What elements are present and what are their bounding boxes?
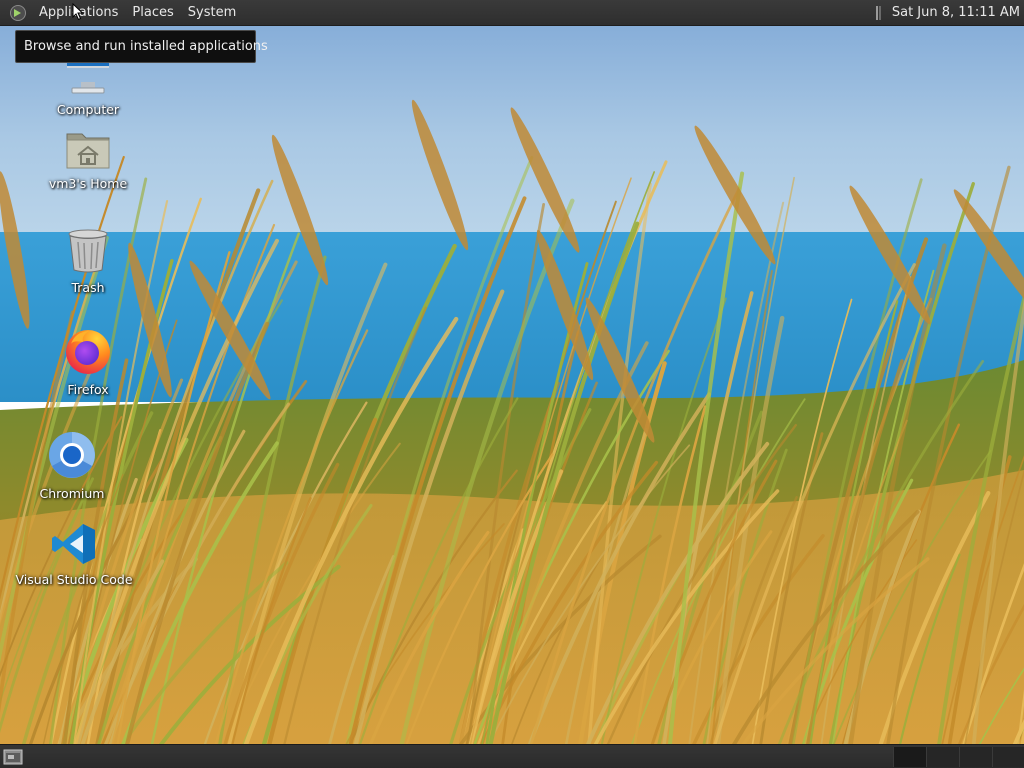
show-desktop-button[interactable] — [3, 748, 23, 766]
menu-places[interactable]: Places — [125, 0, 180, 25]
workspace-2[interactable] — [926, 747, 959, 767]
workspace-1[interactable] — [893, 747, 926, 767]
desktop-icon-chromium[interactable]: Chromium — [12, 430, 132, 501]
mouse-cursor-icon — [72, 3, 84, 21]
chromium-icon — [12, 430, 132, 484]
desktop-icon-firefox[interactable]: Firefox — [28, 326, 148, 397]
clock[interactable]: Sat Jun 8, 11:11 AM — [892, 5, 1024, 20]
applications-logo-icon[interactable] — [8, 3, 28, 23]
desktop-icon-vscode[interactable]: Visual Studio Code — [14, 522, 134, 587]
menu-system[interactable]: System — [181, 0, 243, 25]
desktop-icon-home[interactable]: vm3's Home — [28, 128, 148, 191]
desktop-icon-label: Trash — [71, 280, 105, 295]
bottom-panel — [0, 744, 1024, 768]
desktop-icon-label: Computer — [56, 102, 120, 117]
desktop-icon-label: Chromium — [39, 486, 105, 501]
home-folder-icon — [28, 128, 148, 174]
monitor-icon — [28, 62, 148, 100]
vscode-icon — [14, 522, 134, 570]
workspace-3[interactable] — [959, 747, 992, 767]
desktop-icon-computer[interactable]: Computer — [28, 62, 148, 117]
desktop[interactable]: Applications Places System Sat Jun 8, 11… — [0, 0, 1024, 768]
desktop-icon-label: Firefox — [67, 382, 109, 397]
wallpaper-grass-sea — [0, 0, 1024, 768]
tooltip: Browse and run installed applications — [15, 30, 268, 63]
notification-area-icon[interactable] — [875, 5, 886, 21]
workspace-4[interactable] — [992, 747, 1024, 767]
firefox-icon — [28, 326, 148, 380]
top-panel: Applications Places System Sat Jun 8, 11… — [0, 0, 1024, 26]
desktop-icon-label: Visual Studio Code — [15, 572, 133, 587]
trash-icon — [28, 228, 148, 278]
desktop-icon-trash[interactable]: Trash — [28, 228, 148, 295]
desktop-icon-label: vm3's Home — [48, 176, 128, 191]
